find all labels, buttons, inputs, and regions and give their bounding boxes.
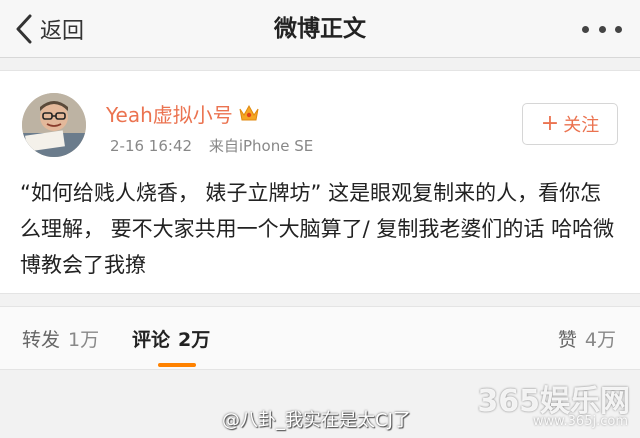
more-options-button[interactable] [582,16,622,42]
navigation-bar: 返回 微博正文 [0,0,640,58]
username[interactable]: Yeah虚拟小号 [106,99,233,128]
avatar[interactable] [22,93,86,157]
username-row[interactable]: Yeah虚拟小号 [106,99,260,127]
repost-count: 1万 [68,329,100,351]
repost-label: 转发 [22,329,61,351]
post-body: “如何给贱人烧香， 婊子立牌坊” 这是眼观复制来的人，看你怎么理解， 要不大家共… [20,181,615,277]
plus-icon: + [540,111,560,136]
post-source: 来自iPhone SE [208,137,314,155]
tab-comment[interactable]: 评论 2万 [132,307,210,371]
page-title: 微博正文 [274,16,366,42]
post-stats-bar: 转发 1万 评论 2万 赞 4万 [0,306,640,370]
comment-label: 评论 [132,329,171,351]
active-tab-indicator [158,363,196,367]
follow-button[interactable]: + 关注 [522,103,618,145]
comment-count: 2万 [178,329,211,351]
credit-watermark: @八卦_我实在是太CJ了 [222,410,411,431]
post-card: Yeah虚拟小号 2-16 16:42 来自iPhone SE + 关注 “如何… [0,70,640,294]
tab-repost[interactable]: 转发 1万 [22,307,99,371]
more-dot [615,25,622,33]
site-url-watermark: www.365j.com [532,414,628,429]
post-time: 2-16 16:42 [110,137,193,155]
more-dot [598,25,606,33]
more-dots-icon [582,25,589,33]
post-meta: 2-16 16:42 来自iPhone SE [110,135,313,156]
vip-crown-icon [238,103,260,123]
tab-like[interactable]: 赞 4万 [558,307,616,371]
like-count: 4万 [584,329,616,351]
like-label: 赞 [557,329,577,351]
follow-label: 关注 [563,115,600,136]
